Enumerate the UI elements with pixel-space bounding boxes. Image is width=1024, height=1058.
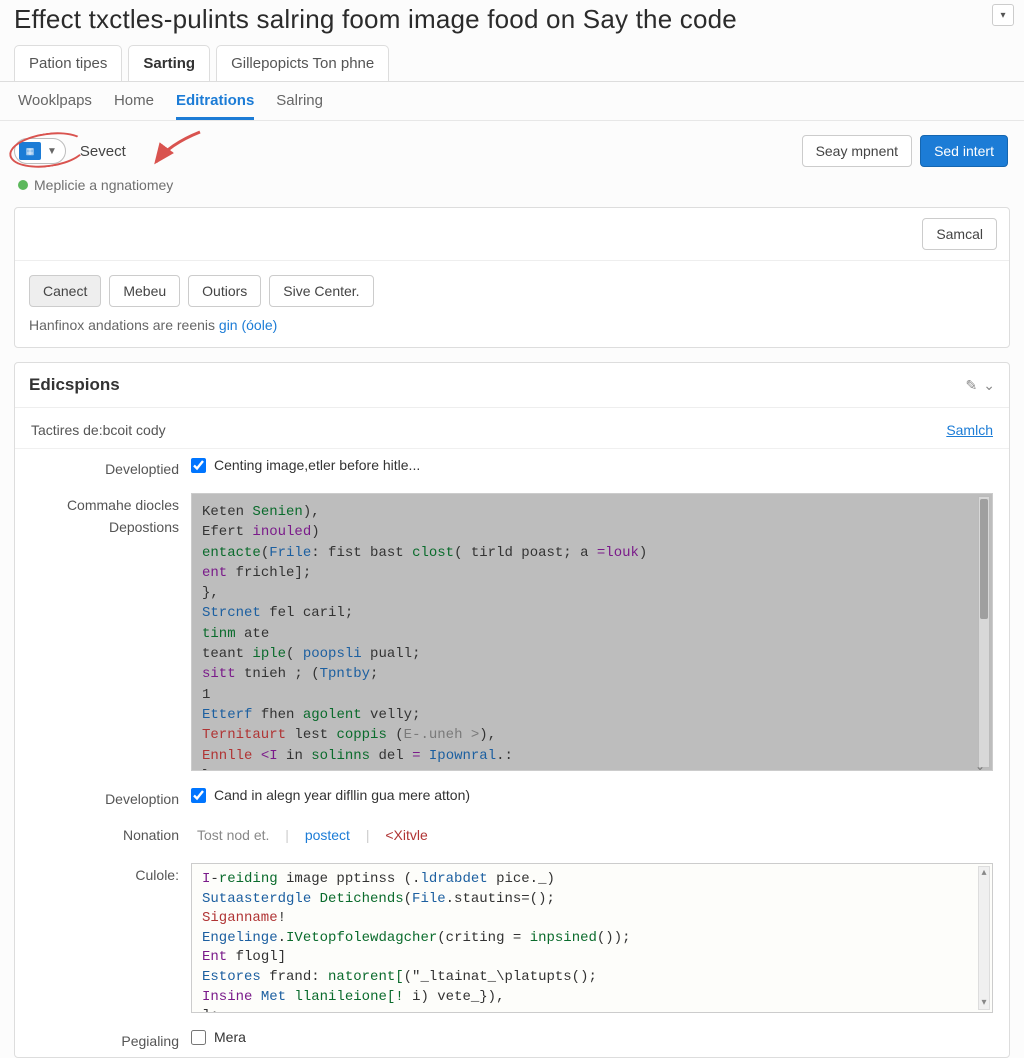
note-text: Hanfinox andations are reenis	[29, 317, 219, 333]
develoption-checkbox[interactable]	[191, 788, 206, 803]
note-line: Hanfinox andations are reenis gin (óole)	[29, 317, 995, 333]
outiors-button[interactable]: Outiors	[188, 275, 261, 307]
label-depostions: Depostions	[31, 519, 179, 535]
sed-intert-button[interactable]: Sed intert	[920, 135, 1008, 167]
samlch-link[interactable]: Samlch	[946, 422, 993, 438]
canect-button[interactable]: Canect	[29, 275, 101, 307]
select-icon: ▦	[19, 142, 41, 160]
pegialing-text: Mera	[214, 1029, 246, 1045]
label-culole: Culole:	[31, 863, 191, 883]
chevron-down-icon: ▼	[47, 146, 57, 157]
edit-icon[interactable]: ✎	[966, 377, 978, 394]
tab-sarting[interactable]: Sarting	[128, 45, 210, 81]
scroll-down-icon[interactable]: ▾	[979, 997, 989, 1009]
main-tabs: Pation tipes Sarting Gillepopicts Ton ph…	[0, 45, 1024, 82]
developtied-checkbox[interactable]	[191, 458, 206, 473]
label-develoption: Develoption	[31, 787, 191, 807]
tab-gillepopicts[interactable]: Gillepopicts Ton phne	[216, 45, 389, 81]
pegialing-checkbox[interactable]	[191, 1030, 206, 1045]
minitab-tost[interactable]: Tost nod et.	[191, 827, 275, 843]
select-dropdown-button[interactable]: ▦ ▼	[14, 138, 66, 164]
code-editor-main[interactable]: Keten Senien),Efert inouled)entacte(Fril…	[191, 493, 993, 771]
subnav-wooklpaps[interactable]: Wooklpaps	[18, 92, 92, 120]
section-heading: Edicspions	[29, 375, 120, 395]
scroll-up-icon[interactable]: ▴	[979, 867, 989, 879]
scrollbar[interactable]	[978, 496, 990, 768]
page-title: Effect txctles-pulints salring foom imag…	[0, 0, 1024, 45]
mebeu-button[interactable]: Mebeu	[109, 275, 180, 307]
note-link[interactable]: gin (óole)	[219, 317, 277, 333]
label-pegialing: Pegialing	[31, 1029, 191, 1049]
subnav-editrations[interactable]: Editrations	[176, 92, 254, 120]
developtied-text: Centing image,etler before hitle...	[214, 457, 420, 473]
select-label: Sevect	[80, 143, 126, 160]
label-developtied: Developtied	[31, 457, 191, 477]
label-commahe: Commahe diocles	[31, 497, 179, 513]
samcal-button[interactable]: Samcal	[922, 218, 997, 250]
seay-mpnent-button[interactable]: Seay mpnent	[802, 135, 913, 167]
status-text: Meplicie a ngnatiomey	[34, 177, 173, 193]
subrow-left: Tactires de:bcoit cody	[31, 422, 166, 438]
scrollbar[interactable]: ▴ ▾	[978, 866, 990, 1010]
status-line: Meplicie a ngnatiomey	[0, 173, 1024, 207]
mini-tabs: Tost nod et. | postect | <Xitvle	[191, 823, 434, 847]
minitab-xitvle[interactable]: <Xitvle	[379, 827, 433, 843]
sub-nav: Wooklpaps Home Editrations Salring	[0, 82, 1024, 121]
sive-center-button[interactable]: Sive Center.	[269, 275, 373, 307]
scrollbar-thumb[interactable]	[980, 499, 988, 619]
window-options-button[interactable]: ▾	[992, 4, 1014, 26]
tab-pation-tipes[interactable]: Pation tipes	[14, 45, 122, 81]
status-dot-icon	[18, 180, 28, 190]
subnav-home[interactable]: Home	[114, 92, 154, 120]
develoption-text: Cand in alegn year difllin gua mere atto…	[214, 787, 470, 803]
label-nonation: Nonation	[31, 823, 191, 843]
edicspions-panel: Edicspions ✎ ⌄ Tactires de:bcoit cody Sa…	[14, 362, 1010, 1058]
minitab-postect[interactable]: postect	[299, 827, 356, 843]
collapse-icon[interactable]: ⌄	[983, 377, 995, 394]
subnav-salring[interactable]: Salring	[276, 92, 323, 120]
chevron-down-icon[interactable]: ⌄	[975, 759, 985, 773]
label-code-block: Commahe diocles Depostions	[31, 493, 191, 541]
code-editor-secondary[interactable]: I-reiding image pptinss (.ldrabdet pice.…	[191, 863, 993, 1013]
action-panel: Samcal Canect Mebeu Outiors Sive Center.…	[14, 207, 1010, 348]
